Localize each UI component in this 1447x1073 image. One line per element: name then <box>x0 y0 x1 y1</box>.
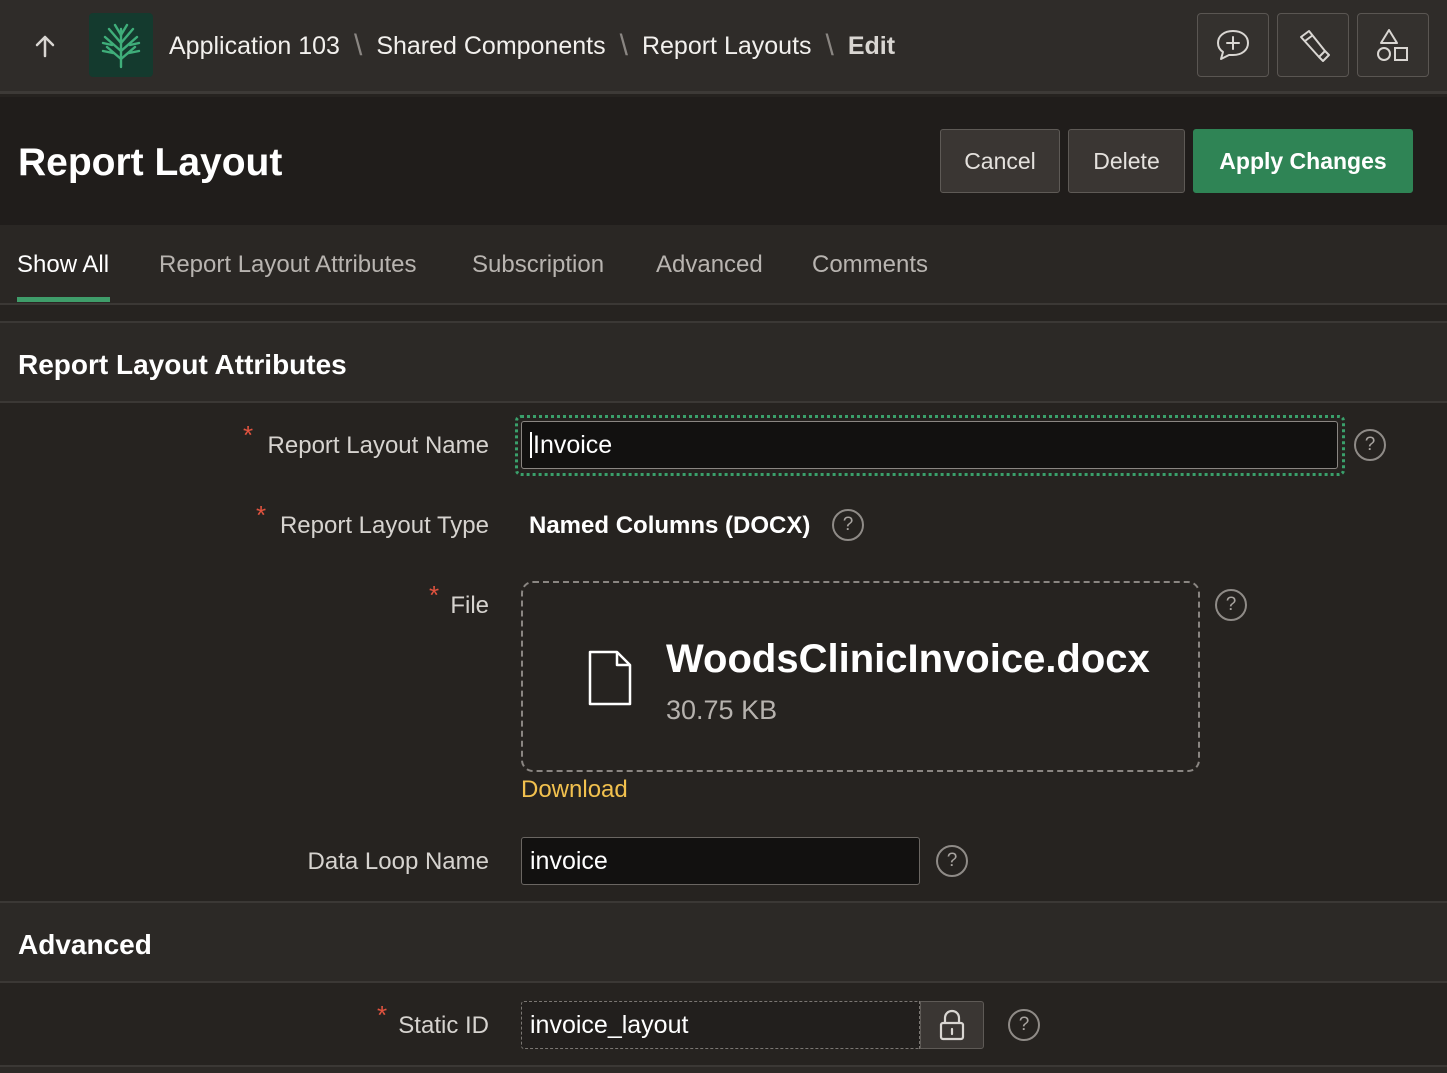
tree-logo-icon <box>101 23 141 69</box>
file-label: File <box>450 592 489 619</box>
breadcrumb-current-edit: Edit <box>847 31 896 60</box>
section-title: Report Layout Attributes <box>18 349 347 380</box>
breadcrumb-application[interactable]: Application 103 <box>169 32 340 61</box>
required-marker: * <box>377 1000 388 1030</box>
file-help-button[interactable]: ? <box>1215 589 1247 621</box>
comment-button[interactable] <box>1197 13 1269 77</box>
help-icon: ? <box>1018 1014 1030 1035</box>
flashlight-icon <box>1300 30 1330 62</box>
tab-report-layout-attributes[interactable]: Report Layout Attributes <box>159 251 416 279</box>
page-header: Report Layout Cancel Delete Apply Change… <box>0 97 1447 225</box>
required-marker: * <box>429 580 440 610</box>
breadcrumb: Application 103 \ Shared Components \ Re… <box>169 27 895 65</box>
static-id-label: Static ID <box>398 1012 489 1039</box>
unlock-static-id-button[interactable] <box>920 1001 984 1049</box>
breadcrumb-report-layouts[interactable]: Report Layouts <box>642 32 812 61</box>
section-header-attributes: Report Layout Attributes <box>0 321 1447 403</box>
static-id-value: invoice_layout <box>530 1010 689 1039</box>
file-size: 30.75 KB <box>666 695 778 725</box>
file-name: WoodsClinicInvoice.docx <box>666 637 1150 681</box>
layout-name-help-button[interactable]: ? <box>1354 429 1386 461</box>
layout-type-label: Report Layout Type <box>279 512 489 539</box>
layout-name-value: Invoice <box>533 430 613 459</box>
layout-type-value: Named Columns (DOCX) <box>529 512 811 539</box>
shapes-icon <box>1377 29 1408 61</box>
help-icon: ? <box>842 514 854 535</box>
static-id-help-button[interactable]: ? <box>1008 1009 1040 1041</box>
tab-advanced[interactable]: Advanced <box>656 251 763 279</box>
required-marker: * <box>243 420 254 450</box>
arrow-up-icon <box>35 35 55 58</box>
text-cursor <box>530 432 532 458</box>
search-button[interactable] <box>1277 13 1349 77</box>
page-title: Report Layout <box>18 141 283 184</box>
tab-subscription[interactable]: Subscription <box>472 251 604 279</box>
layout-name-input[interactable]: Invoice <box>521 421 1338 469</box>
help-icon: ? <box>1225 594 1237 615</box>
tab-bar: Show All Report Layout Attributes Subscr… <box>0 225 1447 305</box>
apply-changes-button[interactable]: Apply Changes <box>1193 129 1413 193</box>
cancel-button[interactable]: Cancel <box>940 129 1060 193</box>
layout-name-label: Report Layout Name <box>267 432 489 459</box>
layout-type-help-button[interactable]: ? <box>832 509 864 541</box>
data-loop-help-button[interactable]: ? <box>936 845 968 877</box>
top-navigation-bar: Application 103 \ Shared Components \ Re… <box>0 0 1447 94</box>
download-link[interactable]: Download <box>521 776 628 804</box>
section-divider <box>0 1065 1447 1073</box>
file-dropzone[interactable]: WoodsClinicInvoice.docx 30.75 KB <box>521 581 1200 772</box>
tab-show-all[interactable]: Show All <box>17 251 109 279</box>
required-marker: * <box>256 500 267 530</box>
breadcrumb-separator: \ <box>825 29 834 62</box>
app-logo[interactable] <box>89 13 153 77</box>
breadcrumb-separator: \ <box>619 29 628 62</box>
tab-comments[interactable]: Comments <box>812 251 928 279</box>
breadcrumb-separator: \ <box>353 29 363 62</box>
section-header-advanced: Advanced <box>0 901 1447 983</box>
comment-add-icon <box>1217 30 1249 60</box>
document-icon <box>588 650 632 706</box>
data-loop-input[interactable]: invoice <box>521 837 920 885</box>
navigate-up-button[interactable] <box>24 26 66 66</box>
help-icon: ? <box>946 850 958 871</box>
section-title: Advanced <box>18 929 152 960</box>
static-id-input[interactable]: invoice_layout <box>521 1001 920 1049</box>
data-loop-label: Data Loop Name <box>307 848 489 875</box>
delete-button[interactable]: Delete <box>1068 129 1185 193</box>
breadcrumb-shared-components[interactable]: Shared Components <box>376 32 605 61</box>
data-loop-value: invoice <box>530 846 608 875</box>
help-icon: ? <box>1364 434 1376 455</box>
shared-components-button[interactable] <box>1357 13 1429 77</box>
active-tab-indicator <box>17 297 110 302</box>
lock-icon <box>939 1009 965 1041</box>
